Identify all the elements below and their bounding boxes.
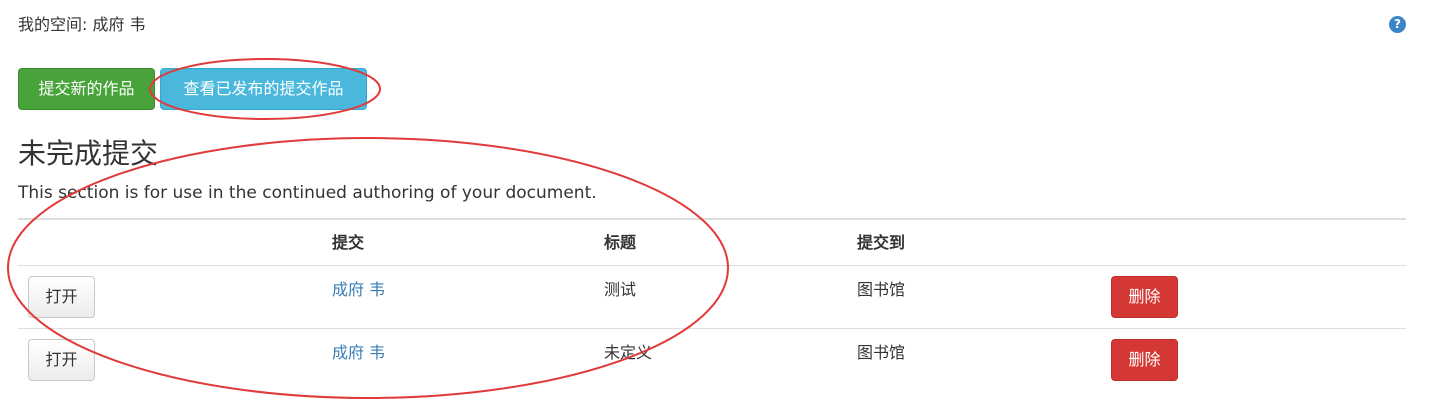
submit-new-work-button[interactable]: 提交新的作品	[18, 68, 155, 110]
delete-button[interactable]: 删除	[1111, 276, 1178, 318]
submitter-link[interactable]: 成府 韦	[332, 342, 385, 364]
submission-destination: 图书馆	[857, 280, 906, 299]
row-divider	[18, 265, 1406, 266]
open-button[interactable]: 打开	[28, 276, 95, 318]
row-divider	[18, 328, 1406, 329]
column-header-title: 标题	[604, 233, 637, 252]
open-button[interactable]: 打开	[28, 339, 95, 381]
submission-title: 未定义	[604, 343, 653, 362]
delete-button[interactable]: 删除	[1111, 339, 1178, 381]
workspace-title: 我的空间: 成府 韦	[18, 15, 146, 34]
table-top-rule	[18, 218, 1406, 220]
submission-title: 测试	[604, 280, 637, 299]
section-title: 未完成提交	[18, 137, 159, 170]
annotation-overlay	[7, 58, 729, 399]
view-published-submissions-button[interactable]: 查看已发布的提交作品	[160, 68, 367, 110]
column-header-submitter: 提交	[332, 233, 365, 252]
column-header-destination: 提交到	[857, 233, 906, 252]
section-description: This section is for use in the continued…	[18, 183, 597, 203]
submitter-link[interactable]: 成府 韦	[332, 279, 385, 301]
question-circle-icon[interactable]: ?	[1389, 16, 1406, 33]
submission-destination: 图书馆	[857, 343, 906, 362]
